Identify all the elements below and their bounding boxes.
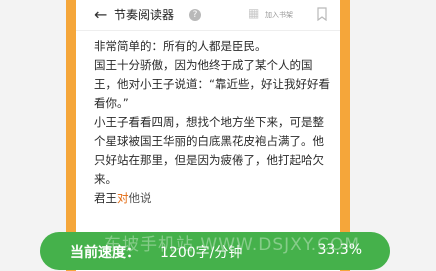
add-to-shelf-label[interactable]: 加入书架 <box>265 10 293 20</box>
bookmark-icon[interactable] <box>316 7 328 21</box>
bookshelf-icon[interactable]: ▦ <box>248 6 260 20</box>
reading-content: 非常简单的：所有的人都是臣民。 国王十分骄傲，因为他终于成了某个人的国王，他对小… <box>94 37 330 208</box>
paragraph-2: 国王十分骄傲，因为他终于成了某个人的国王，他对小王子说道：“靠近些，好让我好好看… <box>94 58 330 110</box>
unread-text: 他说 <box>128 191 152 205</box>
paragraph-4: 君王对他说 <box>94 189 330 208</box>
current-word-highlight: 对 <box>117 191 129 205</box>
app-title: 节奏阅读器 <box>114 8 175 22</box>
background-left <box>0 0 66 271</box>
app-header: ← 节奏阅读器 ? ▦ 加入书架 <box>76 0 340 31</box>
help-icon[interactable]: ? <box>189 9 201 21</box>
back-arrow-icon[interactable]: ← <box>94 5 110 25</box>
watermark: 东坡手机站 WWW.DSJXY.COM <box>104 235 361 255</box>
paragraph-1: 非常简单的：所有的人都是臣民。 <box>94 39 267 53</box>
read-text: 君王 <box>94 191 117 205</box>
background-right <box>350 0 436 271</box>
paragraph-3: 小王子看看四周，想找个地方坐下来，可是整个星球被国王华丽的白底黑花皮袍占满了。他… <box>94 115 324 186</box>
